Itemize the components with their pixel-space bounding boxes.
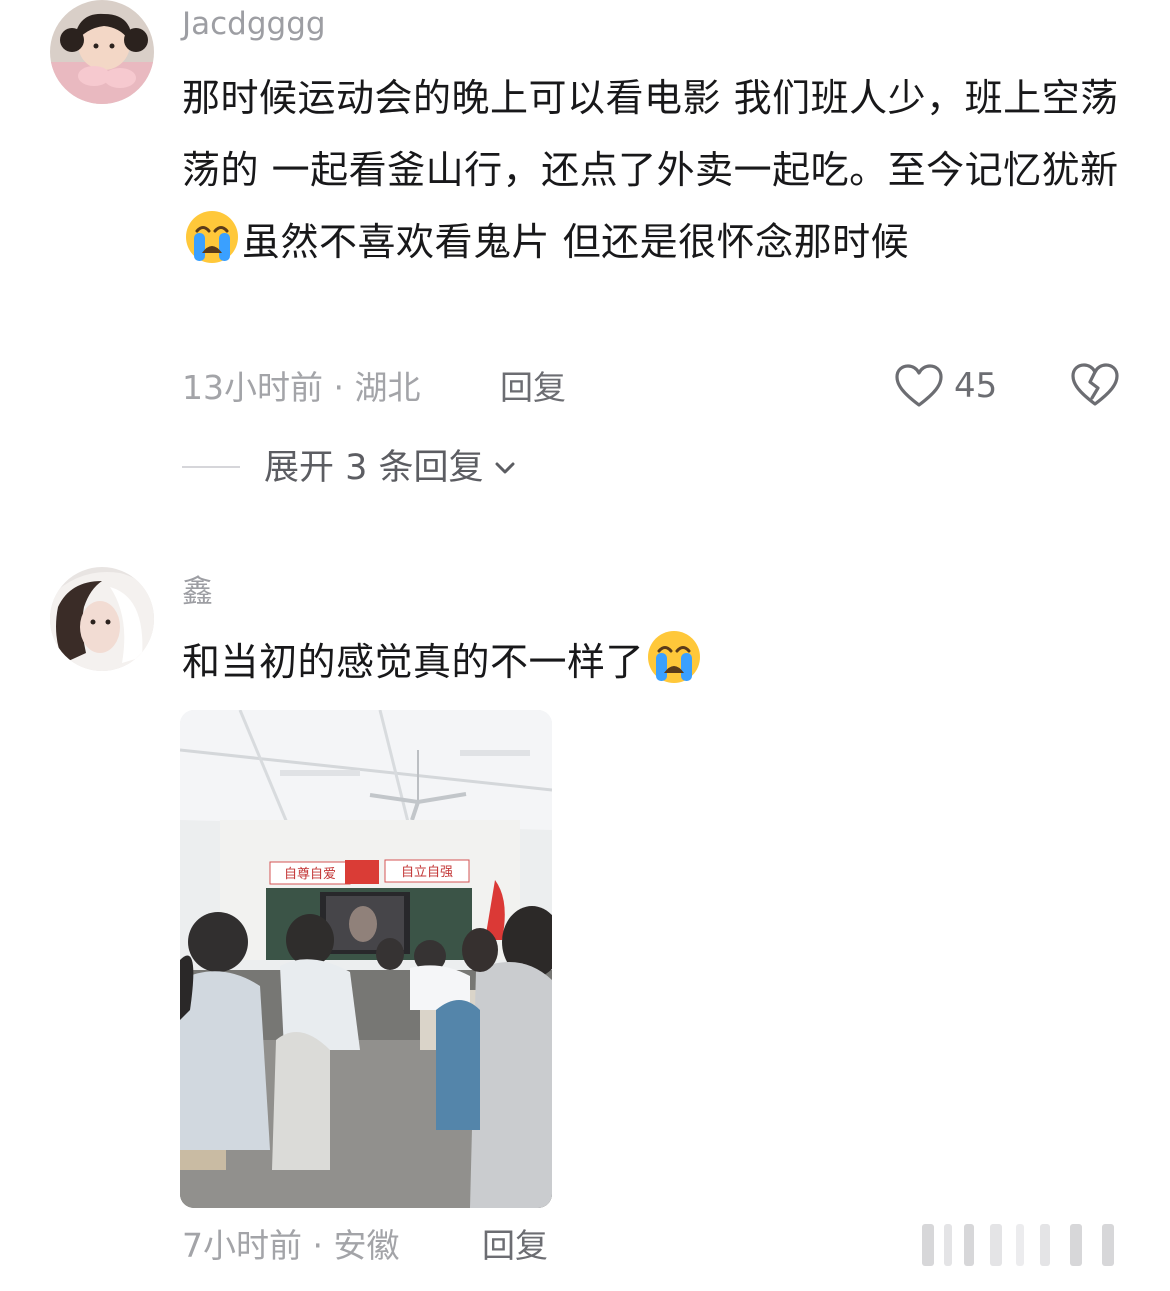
username[interactable]: Jacdgggg <box>182 4 326 44</box>
loudly-crying-face-icon <box>184 209 240 265</box>
comment-text-part: 和当初的感觉真的不一样了 <box>182 640 645 684</box>
chevron-down-icon <box>495 462 515 474</box>
watermark-decoration <box>920 1222 1120 1268</box>
like-button[interactable]: 45 <box>894 360 997 412</box>
comment-meta: 7小时前 · 安徽 <box>182 1226 400 1265</box>
dislike-button[interactable] <box>1070 362 1120 408</box>
comment-text: 和当初的感觉真的不一样了 <box>182 626 1132 698</box>
reply-button[interactable]: 回复 <box>482 1224 548 1268</box>
classroom-photo: 自尊自爱 自立自强 <box>180 710 552 1208</box>
comment-text-part: 虽然不喜欢看鬼片 但还是很怀念那时候 <box>242 220 910 264</box>
comment-text: 那时候运动会的晚上可以看电影 我们班人少，班上空荡荡的 一起看釜山行，还点了外卖… <box>182 62 1132 278</box>
heart-icon <box>895 364 943 407</box>
username[interactable]: 鑫 <box>182 572 213 612</box>
broken-heart-icon <box>1071 363 1119 406</box>
reply-button[interactable]: 回复 <box>500 366 566 410</box>
user-avatar[interactable] <box>50 0 154 104</box>
expand-divider <box>182 466 240 468</box>
like-count: 45 <box>954 366 998 406</box>
expand-replies-button[interactable]: 展开 3 条回复 <box>264 446 518 490</box>
user-avatar[interactable] <box>50 567 154 671</box>
comment-meta: 13小时前 · 湖北 <box>182 368 421 407</box>
loudly-crying-face-icon <box>646 629 702 685</box>
avatar-image <box>50 567 154 671</box>
comment-photo[interactable]: 自尊自爱 自立自强 <box>180 710 552 1208</box>
comment-text-part: 那时候运动会的晚上可以看电影 我们班人少，班上空荡荡的 一起看釜山行，还点了外卖… <box>182 76 1119 192</box>
expand-replies-label: 展开 3 条回复 <box>264 448 484 488</box>
avatar-image <box>50 0 154 104</box>
